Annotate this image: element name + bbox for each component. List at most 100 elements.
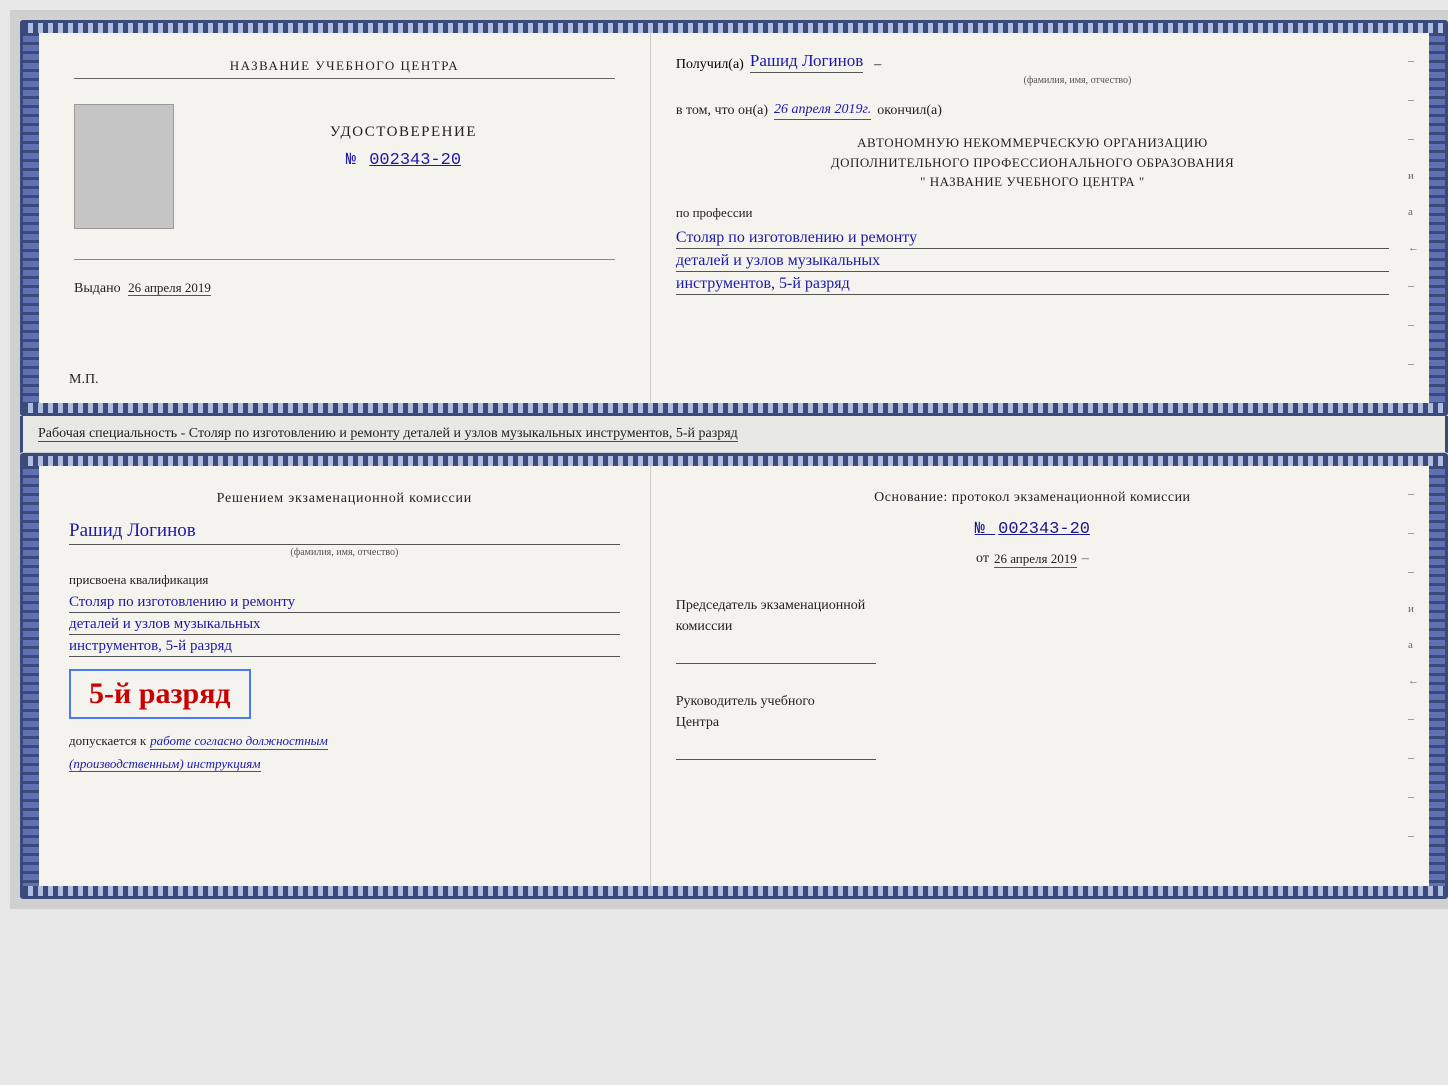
page-container: НАЗВАНИЕ УЧЕБНОГО ЦЕНТРА УДОСТОВЕРЕНИЕ №… [10, 10, 1448, 909]
allowed-block2: (производственным) инструкциям [69, 756, 620, 772]
received-block: Получил(а) Рашид Логинов – (фамилия, имя… [676, 51, 1389, 86]
chairman-block: Председатель экзаменационной комиссии [676, 595, 1389, 664]
chairman-label2-text: комиссии [676, 619, 733, 634]
top-left-panel: НАЗВАНИЕ УЧЕБНОГО ЦЕНТРА УДОСТОВЕРЕНИЕ №… [39, 33, 651, 403]
cert-middle-row: УДОСТОВЕРЕНИЕ № 002343-20 [74, 104, 615, 229]
dash9: – [1408, 356, 1419, 371]
mp-text: М.П. [69, 372, 99, 388]
cert-number-prefix: № [346, 151, 356, 170]
issued-block: Выдано 26 апреля 2019 [74, 280, 615, 297]
profession-label: по профессии [676, 205, 1389, 221]
profession-line1: Столяр по изготовлению и ремонту [676, 229, 1389, 249]
bottom-dash1: – [1408, 486, 1419, 501]
right-dashes-bottom: – – – и а ← – – – – [1408, 486, 1419, 843]
director-signature [676, 738, 876, 760]
date-line: в том, что он(а) 26 апреля 2019г. окончи… [676, 102, 1389, 120]
dash10: – [1408, 395, 1419, 410]
org-line3: " НАЗВАНИЕ УЧЕБНОГО ЦЕНТРА " [676, 172, 1389, 192]
cert-number: 002343-20 [369, 151, 461, 170]
protocol-number-row: № 002343-20 [676, 520, 1389, 539]
dash3: – [1408, 131, 1419, 146]
bottom-dash3: – [1408, 564, 1419, 579]
protocol-prefix: № [975, 520, 985, 539]
dash-after-name: – [874, 57, 881, 73]
top-document-wrapper: НАЗВАНИЕ УЧЕБНОГО ЦЕНТРА УДОСТОВЕРЕНИЕ №… [20, 20, 1448, 416]
org-line2: ДОПОЛНИТЕЛЬНОГО ПРОФЕССИОНАЛЬНОГО ОБРАЗО… [676, 153, 1389, 173]
bottom-dash4: и [1408, 603, 1419, 615]
profession-block: Столяр по изготовлению и ремонту деталей… [676, 229, 1389, 295]
allowed-text: работе согласно должностным [150, 733, 328, 750]
cert-title-block: УДОСТОВЕРЕНИЕ № 002343-20 [192, 104, 615, 170]
bottom-dash8: – [1408, 750, 1419, 765]
date-suffix: окончил(а) [877, 103, 942, 119]
allowed-text2: (производственным) инструкциям [69, 756, 261, 772]
director-block: Руководитель учебного Центра [676, 691, 1389, 760]
dash6: ← [1408, 242, 1419, 254]
after-date-dash: – [1082, 551, 1089, 567]
top-border-decoration [23, 23, 1445, 33]
org-name-top: НАЗВАНИЕ УЧЕБНОГО ЦЕНТРА [74, 58, 615, 79]
bottom-name-block: Рашид Логинов (фамилия, имя, отчество) [69, 515, 620, 558]
director-line1: Руководитель учебного [676, 691, 1389, 712]
qualification-prefix: присвоена квалификация [69, 572, 620, 588]
photo-placeholder [74, 104, 174, 229]
org-line1: АВТОНОМНУЮ НЕКОММЕРЧЕСКУЮ ОРГАНИЗАЦИЮ [676, 133, 1389, 153]
bottom-name-text: Рашид Логинов [69, 520, 196, 541]
left-spine-bottom [23, 466, 39, 886]
divider-line [74, 259, 615, 260]
bottom-document-wrapper: Решением экзаменационной комиссии Рашид … [20, 453, 1448, 899]
date-prefix: в том, что он(а) [676, 103, 768, 119]
bottom-dash9: – [1408, 789, 1419, 804]
right-spine-top [1429, 33, 1445, 403]
bottom-doc-inner: Решением экзаменационной комиссии Рашид … [23, 466, 1445, 886]
org-line3-text: " НАЗВАНИЕ УЧЕБНОГО ЦЕНТРА " [920, 174, 1145, 189]
top-right-panel: – – – и а ← – – – – Получил(а) Рашид Лог… [651, 33, 1429, 403]
bottom-border-top [23, 456, 1445, 466]
allowed-prefix: допускается к [69, 733, 146, 749]
rank-box-text: 5-й разряд [89, 677, 231, 711]
rank-label: 5-й разряд [89, 677, 231, 710]
director-line2: Центра [676, 712, 1389, 733]
protocol-date-value: 26 апреля 2019 [994, 551, 1077, 568]
org-name-text: НАЗВАНИЕ УЧЕБНОГО ЦЕНТРА [230, 58, 459, 73]
qualification-line1: Столяр по изготовлению и ремонту [69, 594, 620, 613]
from-prefix: от [976, 551, 989, 567]
cert-title-text: УДОСТОВЕРЕНИЕ [330, 124, 477, 140]
decision-label: Решением экзаменационной комиссии [217, 491, 472, 506]
chairman-line2: комиссии [676, 616, 1389, 637]
dash4: и [1408, 170, 1419, 182]
cert-number-row: № 002343-20 [192, 151, 615, 170]
dash8: – [1408, 317, 1419, 332]
qualification-line2: деталей и узлов музыкальных [69, 616, 620, 635]
dash1: – [1408, 53, 1419, 68]
bottom-name-subtitle: (фамилия, имя, отчество) [69, 547, 620, 558]
mp-label: М.П. [69, 372, 99, 387]
decision-text: Решением экзаменационной комиссии [69, 488, 620, 509]
specialty-text: Рабочая специальность - Столяр по изгото… [38, 426, 738, 442]
received-row: Получил(а) Рашид Логинов – [676, 51, 1389, 73]
profession-prefix: по профессии [676, 205, 753, 220]
bottom-border-decoration-top [23, 403, 1445, 413]
bottom-border-bottom [23, 886, 1445, 896]
director-label2-text: Центра [676, 715, 719, 730]
chairman-label-text: Председатель экзаменационной [676, 598, 865, 613]
top-doc-inner: НАЗВАНИЕ УЧЕБНОГО ЦЕНТРА УДОСТОВЕРЕНИЕ №… [23, 33, 1445, 403]
org-line1-text: АВТОНОМНУЮ НЕКОММЕРЧЕСКУЮ ОРГАНИЗАЦИЮ [857, 135, 1208, 150]
bottom-left-panel: Решением экзаменационной комиссии Рашид … [39, 466, 651, 886]
received-label: Получил(а) [676, 57, 744, 73]
left-spine [23, 33, 39, 403]
right-dashes-top: – – – и а ← – – – – [1408, 53, 1419, 410]
protocol-date-row: от 26 апреля 2019 – [676, 551, 1389, 568]
org-line2-text: ДОПОЛНИТЕЛЬНОГО ПРОФЕССИОНАЛЬНОГО ОБРАЗО… [831, 155, 1234, 170]
profession-line3: инструментов, 5-й разряд [676, 275, 1389, 295]
bottom-dash10: – [1408, 828, 1419, 843]
basis-text-label: Основание: протокол экзаменационной коми… [874, 490, 1190, 505]
qualification-prefix-text: присвоена квалификация [69, 572, 208, 587]
bottom-name: Рашид Логинов [69, 520, 620, 545]
org-block: АВТОНОМНУЮ НЕКОММЕРЧЕСКУЮ ОРГАНИЗАЦИЮ ДО… [676, 133, 1389, 192]
received-subtitle: (фамилия, имя, отчество) [766, 75, 1389, 86]
recipient-name: Рашид Логинов [750, 51, 863, 73]
right-spine-bottom [1429, 466, 1445, 886]
chairman-line1: Председатель экзаменационной [676, 595, 1389, 616]
bottom-right-panel: – – – и а ← – – – – Основание: протокол … [651, 466, 1429, 886]
